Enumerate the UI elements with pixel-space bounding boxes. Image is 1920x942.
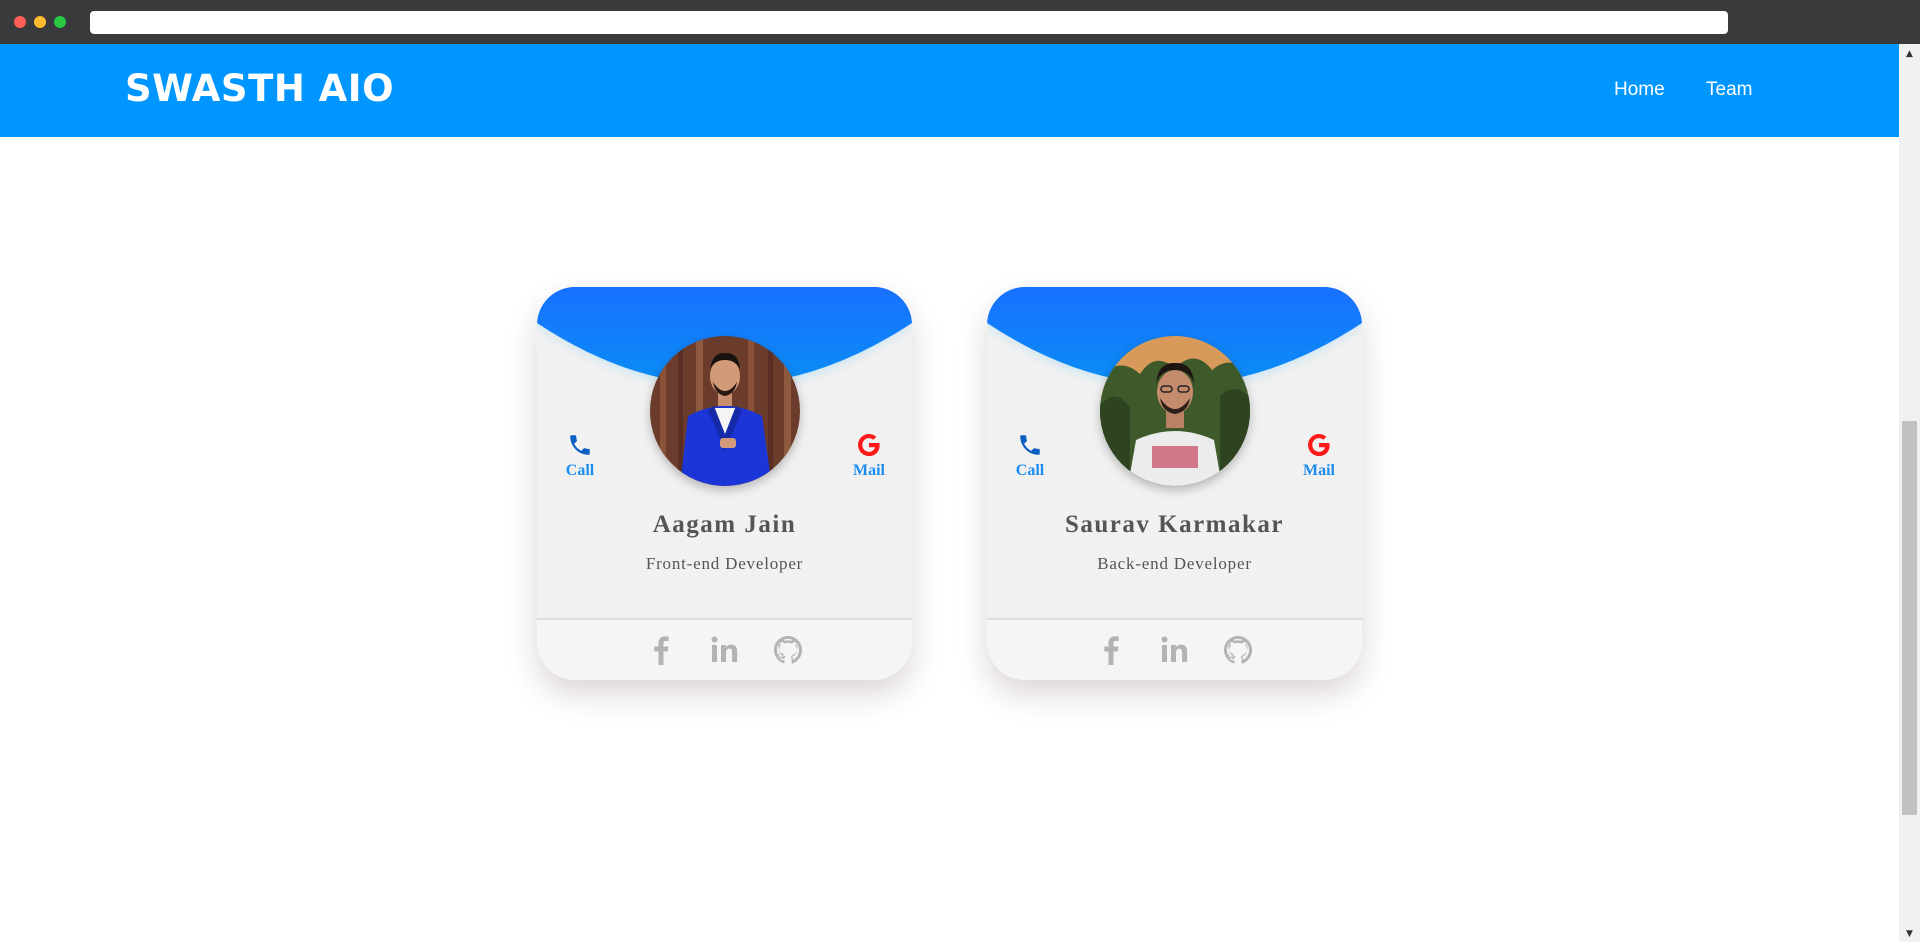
member-name: Aagam Jain xyxy=(652,511,797,538)
scroll-up-arrow-icon[interactable]: ▲ xyxy=(1899,48,1920,60)
browser-chrome xyxy=(0,0,1920,44)
scrollbar-thumb[interactable] xyxy=(1902,421,1917,815)
member-name: Saurav Karmakar xyxy=(1064,511,1285,538)
phone-icon xyxy=(1020,435,1040,455)
linkedin-icon[interactable] xyxy=(1158,634,1192,666)
github-icon[interactable] xyxy=(771,634,805,666)
window-maximize-button[interactable] xyxy=(54,16,66,28)
portrait-photo xyxy=(650,336,800,486)
team-card: Call Mail Aagam Jain Front-end Developer xyxy=(537,287,912,680)
member-role: Front-end Developer xyxy=(645,554,804,573)
facebook-icon[interactable] xyxy=(644,634,678,666)
portrait-photo xyxy=(1100,336,1250,486)
address-bar[interactable] xyxy=(90,11,1728,34)
page-scrollbar[interactable]: ▲ ▼ xyxy=(1899,44,1920,942)
mail-label: Mail xyxy=(853,462,885,479)
nav-link-home[interactable]: Home xyxy=(1614,78,1665,102)
phone-icon xyxy=(570,435,590,455)
call-button[interactable]: Call xyxy=(550,432,610,480)
team-card: Call Mail Saurav Karmakar Back-end Devel… xyxy=(987,287,1362,680)
window-close-button[interactable] xyxy=(14,16,26,28)
scroll-down-arrow-icon[interactable]: ▼ xyxy=(1899,928,1920,940)
call-label: Call xyxy=(1015,462,1045,479)
site-brand[interactable]: SWASTH AIO xyxy=(125,66,394,112)
social-links xyxy=(537,620,912,680)
site-header: SWASTH AIO Home Team xyxy=(0,44,1899,137)
social-links xyxy=(987,620,1362,680)
call-button[interactable]: Call xyxy=(1000,432,1060,480)
google-mail-icon xyxy=(1308,433,1330,457)
mail-button[interactable]: Mail xyxy=(839,432,899,480)
nav-link-team[interactable]: Team xyxy=(1706,78,1752,102)
linkedin-icon[interactable] xyxy=(708,634,742,666)
mail-label: Mail xyxy=(1303,462,1335,479)
call-label: Call xyxy=(565,462,595,479)
window-minimize-button[interactable] xyxy=(34,16,46,28)
member-avatar xyxy=(650,336,800,486)
member-avatar xyxy=(1100,336,1250,486)
google-mail-icon xyxy=(858,433,880,457)
member-role: Back-end Developer xyxy=(1097,554,1252,573)
mail-button[interactable]: Mail xyxy=(1289,432,1349,480)
facebook-icon[interactable] xyxy=(1094,634,1128,666)
github-icon[interactable] xyxy=(1221,634,1255,666)
